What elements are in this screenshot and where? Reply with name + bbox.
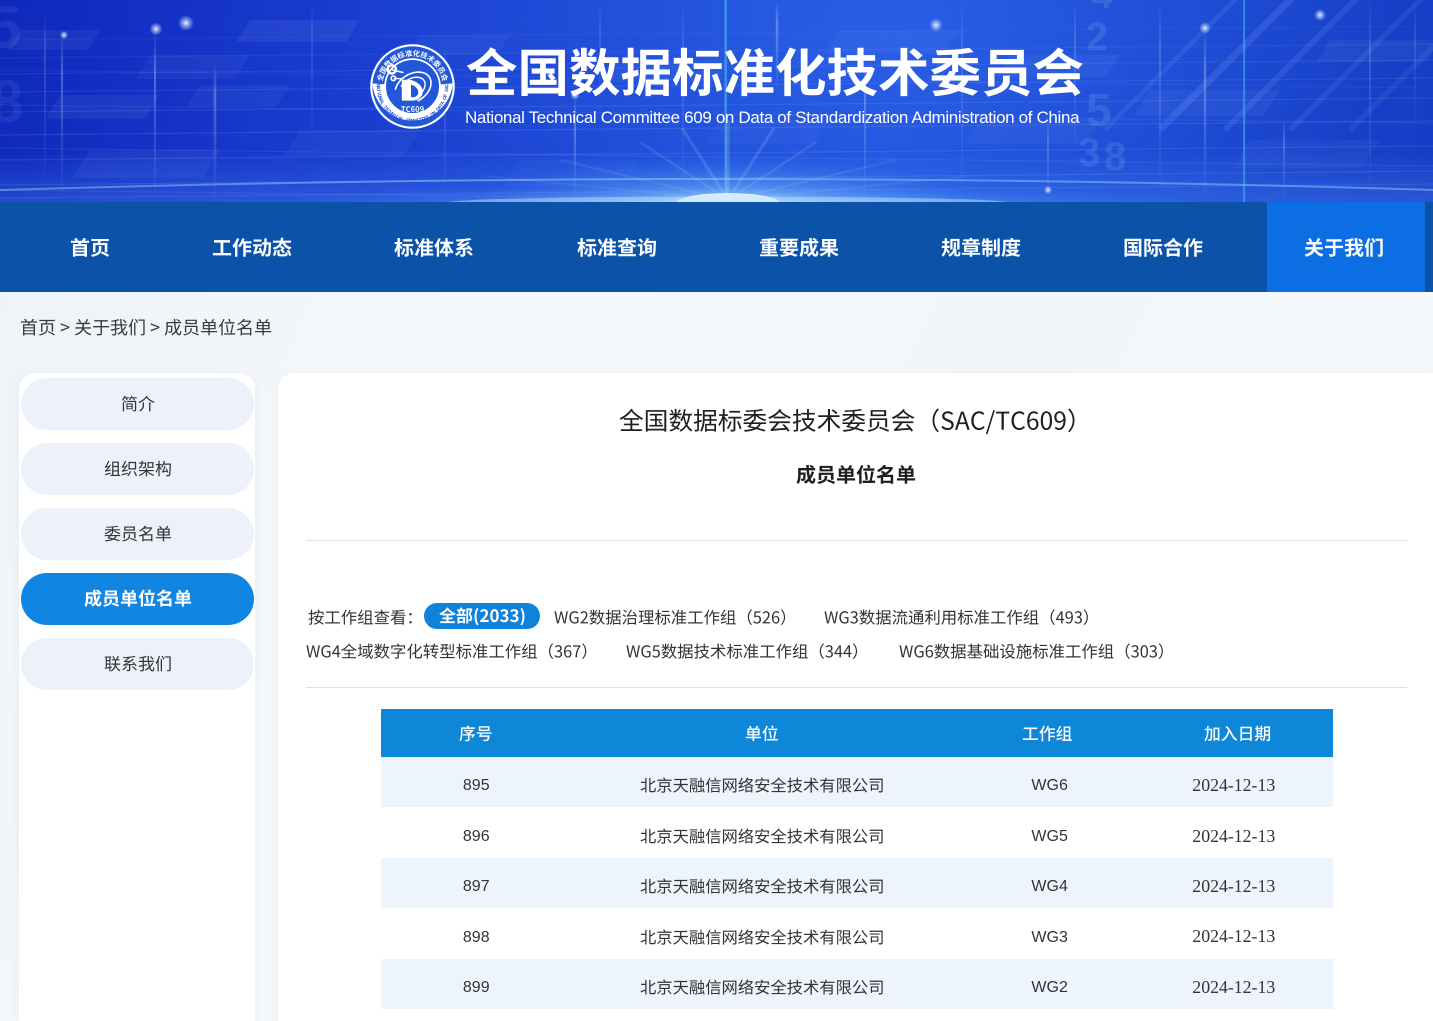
svg-text:4: 4 [1092,0,1112,16]
svg-text:3: 3 [1078,131,1100,175]
svg-text:8: 8 [0,68,23,135]
svg-text:8: 8 [1104,135,1126,179]
svg-text:5: 5 [0,0,21,61]
svg-text:2: 2 [1086,15,1108,59]
